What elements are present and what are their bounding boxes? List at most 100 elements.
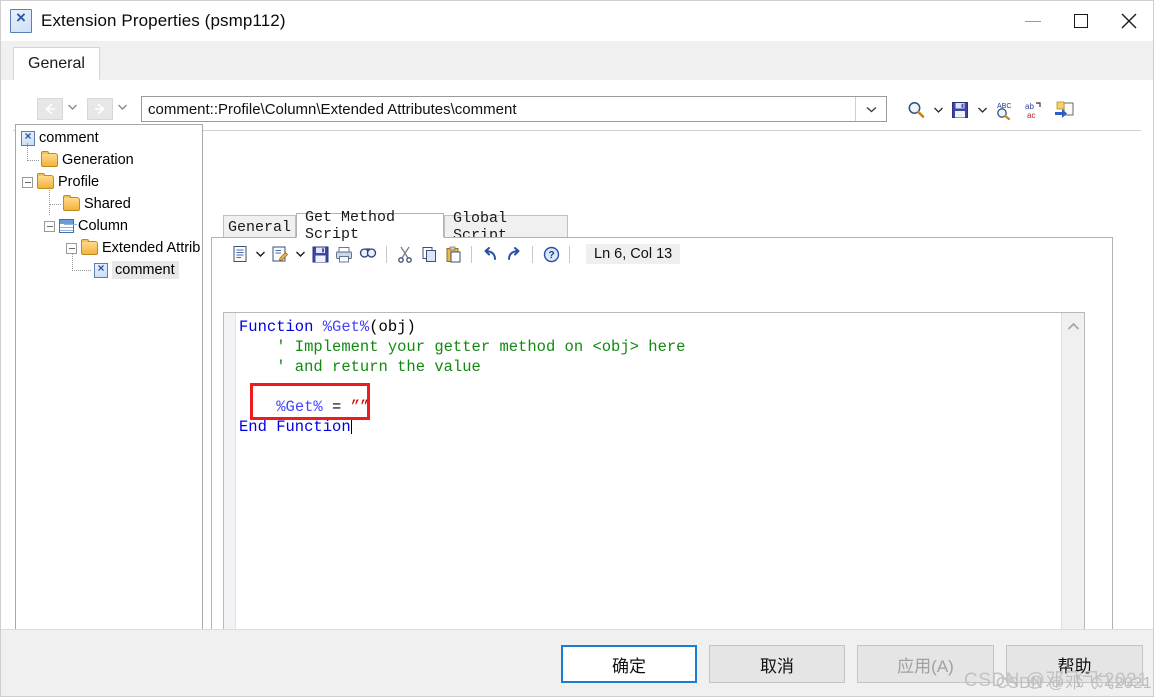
edit-dropdown-caret[interactable] <box>292 242 308 266</box>
tree-expander-profile[interactable] <box>22 176 33 188</box>
code-token: End Function <box>239 418 351 436</box>
save-dropdown-caret[interactable] <box>975 97 989 123</box>
save-icon[interactable] <box>945 97 975 123</box>
dialog-button-bar: 确定 取消 应用(A) 帮助 <box>1 629 1153 696</box>
help-icon[interactable]: ? <box>539 242 563 266</box>
chevron-down-icon <box>866 106 876 112</box>
extension-properties-dialog: Extension Properties (psmp112) General <box>0 0 1154 697</box>
tree-expander-extended-attributes[interactable] <box>66 242 77 254</box>
object-tree-panel[interactable]: comment Generation Profile <box>15 124 203 696</box>
tree-node-comment-selected[interactable]: comment <box>16 253 202 281</box>
tree-node-shared[interactable]: Shared <box>16 187 202 215</box>
code-token: %Get% <box>322 318 370 336</box>
save-icon[interactable] <box>308 242 332 266</box>
replace-icon[interactable]: ab ac <box>1019 97 1049 123</box>
toolbar-separator <box>471 245 472 263</box>
chevron-down-icon <box>67 104 77 110</box>
tree-node-label: Extended Attrib <box>102 240 201 256</box>
close-button[interactable] <box>1105 1 1153 41</box>
export-icon[interactable] <box>1049 97 1079 123</box>
tab-get-method-script[interactable]: Get Method Script <box>296 209 444 243</box>
ok-button[interactable]: 确定 <box>561 645 697 683</box>
back-history-caret[interactable] <box>67 104 77 114</box>
tab-general[interactable]: General <box>13 47 100 80</box>
tree-node-label: Shared <box>84 196 131 212</box>
minimize-button[interactable] <box>1009 1 1057 41</box>
chevron-down-icon <box>933 107 943 113</box>
tree-node-label: Generation <box>62 152 134 168</box>
cancel-button[interactable]: 取消 <box>709 645 845 683</box>
forward-history-caret[interactable] <box>117 104 127 114</box>
tree-line <box>49 204 50 215</box>
code-token: (obj) <box>369 318 416 336</box>
path-value: comment::Profile\Column\Extended Attribu… <box>148 100 517 118</box>
copy-icon[interactable] <box>417 242 441 266</box>
script-tab-strip: General Get Method Script Global Script <box>211 209 1141 244</box>
toolbar-separator <box>386 245 387 263</box>
maximize-button[interactable] <box>1057 1 1105 41</box>
tree-line <box>27 143 39 161</box>
folder-icon <box>63 195 80 211</box>
code-token: %Get% <box>276 398 323 416</box>
open-script-icon[interactable] <box>228 242 252 266</box>
code-editor-area[interactable]: Function %Get%(obj) ' Implement your get… <box>223 312 1085 673</box>
tree-expander-column[interactable] <box>44 220 55 232</box>
toolbar-separator <box>532 245 533 263</box>
tree-node-label: Profile <box>58 174 100 190</box>
tree-node-column[interactable]: Column <box>16 204 202 237</box>
tree-node-label: Column <box>78 218 128 234</box>
search-icon[interactable] <box>901 97 931 123</box>
code-token: ' and return the value <box>239 358 481 376</box>
edit-script-icon[interactable] <box>268 242 292 266</box>
tab-general-script[interactable]: General <box>223 215 296 238</box>
paste-icon[interactable] <box>441 242 465 266</box>
tab-global-script[interactable]: Global Script <box>444 210 568 244</box>
folder-icon <box>41 151 58 167</box>
redo-icon[interactable] <box>502 242 526 266</box>
tree-line <box>49 187 61 205</box>
code-content: Function %Get%(obj) ' Implement your get… <box>239 317 685 437</box>
chevron-down-icon <box>255 251 265 257</box>
script-editor-panel: General Get Method Script Global Script <box>211 209 1141 696</box>
path-dropdown-button[interactable] <box>855 97 886 121</box>
undo-icon[interactable] <box>478 242 502 266</box>
code-token: ' Implement your getter method on <obj> … <box>239 338 686 356</box>
help-button[interactable]: 帮助 <box>1006 645 1143 683</box>
close-icon <box>1121 13 1137 29</box>
toolbar-separator <box>569 245 570 263</box>
tree-line <box>72 253 91 271</box>
forward-button[interactable] <box>87 98 113 120</box>
object-tree: comment Generation Profile <box>16 127 202 281</box>
tree-node-profile[interactable]: Profile <box>16 171 202 193</box>
chevron-down-icon <box>977 107 987 113</box>
table-icon <box>59 219 74 233</box>
back-button[interactable] <box>37 98 63 120</box>
code-token: ”” <box>350 398 370 416</box>
open-dropdown-caret[interactable] <box>252 242 268 266</box>
chevron-down-icon <box>117 104 127 110</box>
tree-node-label: comment <box>39 130 99 146</box>
code-token: Function <box>239 318 323 336</box>
minimize-icon <box>1025 20 1041 22</box>
arrow-left-icon <box>45 103 55 115</box>
tree-node-extended-attributes[interactable]: Extended Attrib <box>16 237 202 259</box>
svg-text:?: ? <box>548 250 554 261</box>
extension-document-icon <box>10 8 32 33</box>
spell-check-icon[interactable]: ABC <box>989 97 1019 123</box>
tree-node-comment-root[interactable]: comment <box>16 127 202 149</box>
editor-vertical-scrollbar[interactable] <box>1061 313 1084 672</box>
find-icon[interactable] <box>356 242 380 266</box>
print-icon[interactable] <box>332 242 356 266</box>
search-dropdown-caret[interactable] <box>931 97 945 123</box>
chevron-up-icon <box>1067 322 1079 330</box>
cursor-position-status: Ln 6, Col 13 <box>586 244 681 264</box>
title-bar: Extension Properties (psmp112) <box>1 1 1153 41</box>
tree-node-generation[interactable]: Generation <box>16 143 202 171</box>
editor-scroll-up-button[interactable] <box>1062 315 1084 337</box>
script-tab-panel: ? Ln 6, Col 13 Function %Get%(obj) ' Imp… <box>211 237 1113 696</box>
arrow-right-icon <box>95 103 105 115</box>
text-caret <box>350 418 352 434</box>
path-combobox[interactable]: comment::Profile\Column\Extended Attribu… <box>141 96 887 122</box>
svg-text:ac: ac <box>1027 111 1035 120</box>
cut-icon[interactable] <box>393 242 417 266</box>
